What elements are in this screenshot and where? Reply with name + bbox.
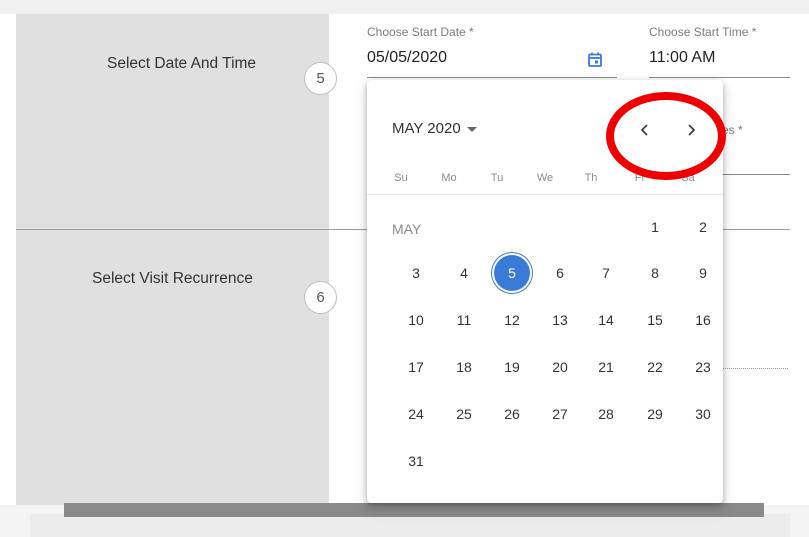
weekday-divider	[367, 194, 723, 195]
calendar-day[interactable]: 22	[637, 349, 673, 385]
selected-day[interactable]: 5	[494, 255, 530, 291]
start-time-underline	[649, 77, 790, 78]
bottom-edge-light	[30, 514, 790, 537]
calendar-day[interactable]: 28	[588, 396, 624, 432]
calendar-day[interactable]: 26	[494, 396, 530, 432]
calendar-day[interactable]: 11	[446, 302, 482, 338]
calendar-day[interactable]: 6	[542, 255, 578, 291]
calendar-day[interactable]: 30	[685, 396, 721, 432]
weekday-label: Sa	[681, 172, 695, 184]
calendar-day[interactable]: 29	[637, 396, 673, 432]
calendar-day[interactable]: 9	[685, 255, 721, 291]
weekday-header-row: Su Mo Tu We Th Fr Sa	[382, 172, 712, 186]
top-edge	[0, 0, 809, 14]
weekday-label: Fr	[634, 172, 646, 184]
month-year-label: MAY 2020	[392, 120, 461, 137]
calendar-day[interactable]: 27	[542, 396, 578, 432]
calendar-day[interactable]: 16	[685, 302, 721, 338]
right-edge	[790, 14, 809, 509]
calendar-day[interactable]: 21	[588, 349, 624, 385]
screenshot-stage: Select Date And Time 5 Select Visit Recu…	[0, 0, 809, 537]
chevron-right-icon	[688, 124, 696, 136]
calendar-day[interactable]: 14	[588, 302, 624, 338]
previous-month-button[interactable]	[631, 116, 659, 144]
section-title-date-time: Select Date And Time	[107, 55, 257, 72]
start-date-underline	[367, 77, 617, 78]
start-date-label: Choose Start Date *	[367, 25, 474, 39]
calendar-day[interactable]: 18	[446, 349, 482, 385]
start-time-label: Choose Start Time *	[649, 25, 757, 39]
step-number-badge: 6	[304, 281, 337, 314]
weekday-label: Th	[584, 172, 598, 184]
weekday-label: We	[536, 172, 554, 184]
calendar-day[interactable]: 4	[446, 255, 482, 291]
weekday-label: Tu	[490, 172, 504, 184]
calendar-day[interactable]: 20	[542, 349, 578, 385]
calendar-day[interactable]: 25	[446, 396, 482, 432]
recurrence-dotted-line	[722, 368, 788, 369]
calendar-day[interactable]: 19	[494, 349, 530, 385]
calendar-day[interactable]: 31	[398, 443, 434, 479]
section-labels-panel	[16, 14, 329, 505]
step-number-badge: 5	[304, 62, 337, 95]
chevron-left-icon	[640, 124, 648, 136]
calendar-day[interactable]: 23	[685, 349, 721, 385]
calendar-day[interactable]: 3	[398, 255, 434, 291]
weekday-label: Su	[394, 172, 408, 184]
calendar-icon[interactable]	[588, 52, 602, 67]
calendar-day[interactable]: 13	[542, 302, 578, 338]
calendar-day[interactable]: 10	[398, 302, 434, 338]
calendar-day[interactable]: 1	[637, 209, 673, 245]
calendar-day[interactable]: 24	[398, 396, 434, 432]
section-title-recurrence: Select Visit Recurrence	[92, 270, 253, 287]
start-time-input[interactable]: 11:00 AM	[649, 49, 715, 67]
next-month-button[interactable]	[677, 116, 705, 144]
calendar-day[interactable]: 2	[685, 209, 721, 245]
start-date-input[interactable]: 05/05/2020	[367, 49, 447, 67]
calendar-day[interactable]: 8	[637, 255, 673, 291]
calendar-day[interactable]: 7	[588, 255, 624, 291]
calendar-day[interactable]: 17	[398, 349, 434, 385]
calendar-day[interactable]: 12	[494, 302, 530, 338]
caret-down-icon	[466, 127, 477, 132]
month-section-label: MAY	[392, 221, 422, 237]
month-year-selector[interactable]: MAY 2020	[392, 120, 477, 137]
bottom-edge-shadow	[64, 503, 764, 517]
weekday-label: Mo	[441, 172, 457, 184]
calendar-day[interactable]: 15	[637, 302, 673, 338]
date-picker-popup: MAY 2020 Su Mo Tu We Th Fr Sa MAY 1 2 3 4 5 6 7 8 9 10 1…	[367, 80, 723, 503]
